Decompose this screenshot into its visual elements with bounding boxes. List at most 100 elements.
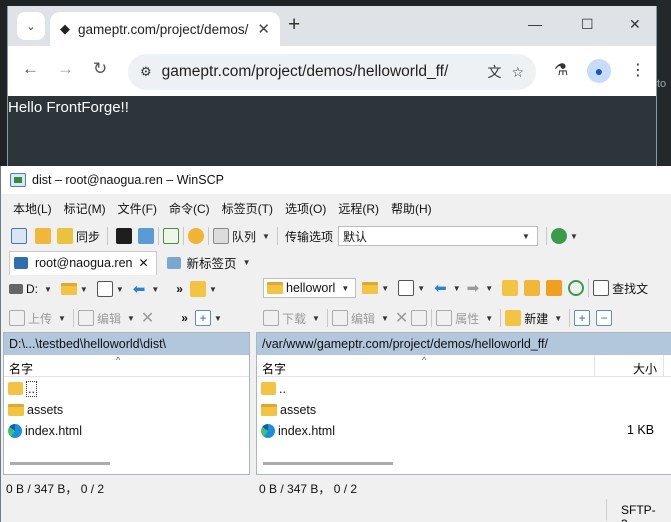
url-text[interactable]: gameptr.com/project/demos/helloworld_ff/ [162,63,478,81]
menu-local[interactable]: 本地(L) [7,200,58,217]
file-row[interactable]: assets [8,399,63,420]
chevron-down-icon[interactable]: ▼ [312,314,320,323]
edit-button[interactable]: 编辑 [97,310,121,327]
preferences-gear-icon[interactable] [188,228,205,244]
queue-button[interactable]: 队列 [232,228,256,245]
close-tab-icon[interactable]: ✕ [138,256,148,270]
compare-dirs-icon[interactable] [11,228,27,244]
chevron-down-icon[interactable]: ▼ [209,285,217,294]
chevron-down-icon[interactable]: ▼ [381,314,389,323]
plus-icon[interactable]: + [194,310,211,326]
more-overflow-icon[interactable]: » [181,311,188,325]
size-column-header[interactable]: 大小 [633,360,657,377]
forward-arrow-icon[interactable]: → [57,59,74,79]
session-tab[interactable]: root@naogua.ren ✕ [9,250,157,275]
chevron-down-icon[interactable]: ▼ [116,285,124,294]
close-tab-icon[interactable]: ✕ [257,20,270,38]
putty-icon[interactable] [138,228,155,244]
queue-icon[interactable] [213,228,230,244]
back-arrow-icon[interactable]: ⬅ [133,280,146,298]
filter-icon[interactable] [96,281,113,297]
new-tab-button[interactable]: 新标签页 [187,253,237,272]
home-icon[interactable] [546,280,563,296]
chevron-down-icon[interactable]: ▼ [58,314,66,323]
queue-dropdown-icon[interactable]: ▼ [262,232,270,241]
chevron-down-icon[interactable]: ▼ [485,284,493,293]
translate-icon[interactable]: 文 [487,62,501,82]
chevron-down-icon[interactable]: ▼ [381,284,389,293]
menu-options[interactable]: 选项(O) [279,200,332,217]
horizontal-scrollbar[interactable] [10,462,110,465]
download-button[interactable]: 下载 [282,310,306,327]
chevron-down-icon[interactable]: ▼ [80,285,88,294]
menu-mark[interactable]: 标记(M) [58,200,112,217]
synchronize-button[interactable]: 同步 [76,228,100,245]
find-files-icon[interactable] [593,280,610,296]
minimize-button[interactable]: — [528,16,542,32]
minus-icon[interactable]: − [596,310,613,326]
root-dir-icon[interactable] [524,280,541,296]
menu-tabs[interactable]: 标签页(T) [216,200,279,217]
open-folder-icon[interactable] [60,283,77,295]
profile-avatar[interactable]: ● [587,59,611,83]
new-button[interactable]: 新建 [524,310,548,327]
rename-icon[interactable] [411,310,428,326]
menu-kebab-icon[interactable]: ⋮ [630,60,646,80]
console-icon[interactable] [116,228,133,244]
open-folder-icon[interactable] [362,282,379,294]
menu-remote[interactable]: 远程(R) [332,200,385,217]
download-icon[interactable] [263,310,279,326]
filter-icon[interactable] [398,280,415,296]
chevron-down-icon[interactable]: ▼ [554,314,562,323]
address-bar[interactable]: ⚙ gameptr.com/project/demos/helloworld_f… [128,54,536,90]
chevron-down-icon[interactable]: ▼ [485,314,493,323]
upload-icon[interactable] [9,310,25,326]
edit-pencil-icon[interactable] [77,310,94,326]
plus-icon[interactable]: + [574,310,591,326]
file-row[interactable]: .. [8,378,37,399]
file-row[interactable]: index.html [261,420,335,441]
horizontal-scrollbar[interactable] [263,462,393,465]
transfer-settings-icon[interactable] [550,228,567,244]
chevron-down-icon[interactable]: ▼ [570,232,578,241]
chevron-down-icon[interactable]: ▼ [417,284,425,293]
browser-tab[interactable]: ◆ gameptr.com/project/demos/helloworld_f… [50,12,280,46]
name-column-header[interactable]: 名字 [262,360,286,377]
sync-browse-icon[interactable] [35,228,51,244]
properties-button[interactable]: 属性 [455,310,479,327]
refresh-icon[interactable] [568,280,585,296]
close-window-button[interactable]: ✕ [629,16,641,33]
properties-icon[interactable] [436,310,453,326]
local-path-bar[interactable]: D:\...\testbed\helloworld\dist\ [4,333,249,355]
upload-button[interactable]: 上传 [28,310,52,327]
more-overflow-icon[interactable]: » [176,282,183,296]
menu-commands[interactable]: 命令(C) [163,200,216,217]
edit-button[interactable]: 编辑 [351,310,375,327]
forward-arrow-icon[interactable]: ➡ [467,279,480,297]
tab-search-button[interactable]: ⌄ [17,12,45,40]
maximize-button[interactable]: ☐ [581,16,594,33]
file-row[interactable]: .. [261,378,286,399]
remote-path-bar[interactable]: /var/www/gameptr.com/project/demos/hello… [257,333,671,355]
parent-dir-icon[interactable] [189,281,206,297]
new-tab-button[interactable]: + [288,14,300,36]
remote-folder-select[interactable]: helloworl ▼ [263,278,357,298]
chevron-down-icon[interactable]: ▼ [151,285,159,294]
chevron-down-icon[interactable]: ▼ [214,314,222,323]
menu-help[interactable]: 帮助(H) [385,200,438,217]
back-arrow-icon[interactable]: ⬅ [434,279,447,297]
refresh-icon[interactable] [163,228,180,244]
labs-flask-icon[interactable]: ⚗ [554,60,568,80]
bookmark-star-icon[interactable]: ☆ [511,64,524,81]
find-files-button[interactable]: 查找文 [612,280,648,297]
delete-x-icon[interactable]: ✕ [141,308,154,328]
synchronize-icon[interactable] [57,228,73,244]
reload-icon[interactable]: ↻ [93,59,107,79]
new-item-icon[interactable] [505,310,522,326]
chevron-down-icon[interactable]: ▼ [453,284,461,293]
local-drive-select[interactable]: D: [26,282,38,296]
name-column-header[interactable]: 名字 [9,360,33,377]
site-info-icon[interactable]: ⚙ [140,64,152,80]
edit-pencil-icon[interactable] [331,310,348,326]
chevron-down-icon[interactable]: ▼ [127,314,135,323]
